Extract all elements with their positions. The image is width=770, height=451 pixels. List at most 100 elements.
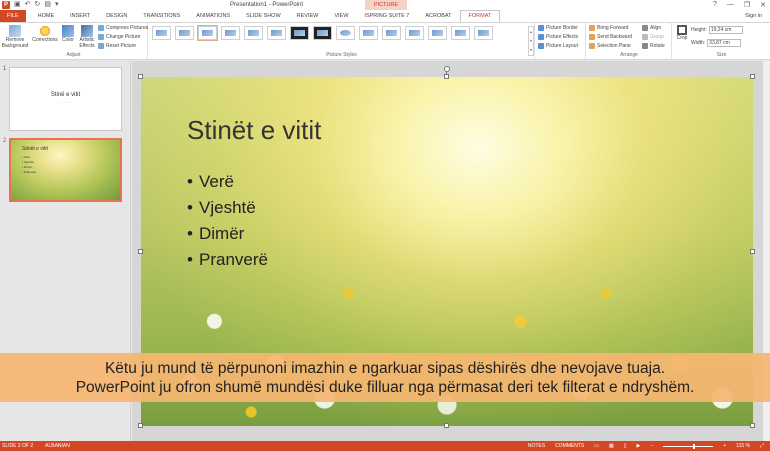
picture-style-8[interactable] (313, 26, 332, 40)
ribbon-tabs: FILE HOME INSERT DESIGN TRANSITIONS ANIM… (0, 10, 770, 22)
bring-forward-button[interactable]: Bring Forward (589, 25, 628, 31)
reading-view-icon[interactable]: ▯ (624, 443, 627, 449)
zoom-out-icon[interactable]: − (650, 443, 653, 449)
artistic-effects-icon (81, 25, 93, 37)
adjust-group: Remove Background Corrections Color Arti… (0, 23, 148, 59)
undo-icon[interactable]: ↶ (25, 1, 31, 9)
zoom-level[interactable]: 115 % (736, 443, 750, 449)
picture-border-button[interactable]: Picture Border (538, 25, 578, 31)
customize-qat-icon[interactable]: ▾ (55, 1, 59, 9)
tab-home[interactable]: HOME (30, 10, 63, 22)
minimize-icon[interactable]: — (727, 1, 734, 9)
rotation-handle[interactable] (444, 66, 450, 72)
picture-style-15[interactable] (474, 26, 493, 40)
gallery-more-button[interactable]: ▴ ▾ ▾ (528, 26, 534, 56)
picture-style-5[interactable] (244, 26, 263, 40)
remove-background-button[interactable]: Remove Background (1, 25, 29, 49)
caption-line-1: Këtu ju mund të përpunoni imazhin e ngar… (104, 360, 666, 377)
reset-picture-button[interactable]: Reset Picture (98, 43, 136, 49)
close-icon[interactable]: ✕ (760, 1, 766, 9)
slide-title[interactable]: Stinët e vitit (187, 115, 321, 146)
resize-handle-bottom[interactable] (444, 423, 449, 428)
resize-handle-right[interactable] (750, 249, 755, 254)
language-indicator[interactable]: ALBANIAN (45, 443, 70, 449)
picture-tools-contextual-label: PICTURE TOOLS (365, 0, 407, 18)
help-icon[interactable]: ? (713, 1, 717, 9)
bullet-item: Vjeshtë (187, 195, 268, 221)
window-title: Presentation1 - PowerPoint (230, 2, 304, 8)
crop-button[interactable]: Crop (675, 25, 689, 42)
save-icon[interactable]: ▣ (14, 1, 21, 9)
resize-handle-bottom-right[interactable] (750, 423, 755, 428)
resize-handle-top[interactable] (444, 74, 449, 79)
comments-button[interactable]: COMMENTS (555, 443, 584, 449)
change-picture-button[interactable]: Change Picture (98, 34, 140, 40)
thumbnail-2-title: Stinët e vitit (22, 146, 48, 152)
tab-transitions[interactable]: TRANSITIONS (135, 10, 188, 22)
tab-acrobat[interactable]: ACROBAT (417, 10, 459, 22)
rotate-button[interactable]: Rotate (642, 43, 665, 49)
slideshow-icon[interactable]: ▶ (636, 443, 640, 449)
compress-pictures-button[interactable]: Compress Pictures (98, 25, 148, 31)
slide-number-1: 1 (3, 66, 7, 72)
tab-review[interactable]: REVIEW (289, 10, 327, 22)
zoom-in-icon[interactable]: + (723, 443, 726, 449)
resize-handle-left[interactable] (138, 249, 143, 254)
group-button[interactable]: Group (642, 34, 664, 40)
slide-sorter-icon[interactable]: ▦ (609, 443, 614, 449)
restore-icon[interactable]: ❐ (744, 1, 750, 9)
tab-view[interactable]: VIEW (326, 10, 356, 22)
picture-style-11[interactable] (382, 26, 401, 40)
tab-design[interactable]: DESIGN (98, 10, 135, 22)
picture-style-14[interactable] (451, 26, 470, 40)
corrections-button[interactable]: Corrections (32, 25, 58, 44)
height-input[interactable]: 19,24 cm (708, 26, 743, 34)
quick-access-toolbar: P ▣ ↶ ↻ ▤ ▾ (2, 1, 59, 9)
width-input[interactable]: 33,87 cm (707, 39, 742, 47)
picture-style-3[interactable] (197, 25, 218, 41)
zoom-slider-knob[interactable] (693, 443, 696, 449)
slide-bullet-list[interactable]: Verë Vjeshtë Dimër Pranverë (187, 169, 268, 273)
picture-style-10[interactable] (359, 26, 378, 40)
picture-style-12[interactable] (405, 26, 424, 40)
send-backward-button[interactable]: Send Backward (589, 34, 632, 40)
redo-icon[interactable]: ↻ (35, 1, 41, 9)
tab-format[interactable]: FORMAT (459, 10, 501, 22)
picture-style-1[interactable] (152, 26, 171, 40)
normal-view-icon[interactable]: ▭ (594, 443, 599, 449)
selection-pane-button[interactable]: Selection Pane (589, 43, 631, 49)
resize-handle-top-left[interactable] (138, 74, 143, 79)
bullet-item: Pranverë (187, 247, 268, 273)
thumbnail-1-title: Stinë e vitit (50, 92, 81, 98)
tab-insert[interactable]: INSERT (62, 10, 98, 22)
change-picture-icon (98, 34, 104, 40)
start-from-beginning-icon[interactable]: ▤ (44, 1, 51, 9)
resize-handle-top-right[interactable] (750, 74, 755, 79)
align-button[interactable]: Align (642, 25, 661, 31)
picture-layout-button[interactable]: Picture Layout (538, 43, 578, 49)
title-bar: P ▣ ↶ ↻ ▤ ▾ Presentation1 - PowerPoint P… (0, 0, 770, 18)
picture-style-13[interactable] (428, 26, 447, 40)
tab-animations[interactable]: ANIMATIONS (188, 10, 238, 22)
picture-effects-button[interactable]: Picture Effects (538, 34, 578, 40)
picture-style-2[interactable] (175, 26, 194, 40)
tab-slide-show[interactable]: SLIDE SHOW (238, 10, 289, 22)
zoom-slider[interactable] (663, 443, 714, 449)
tab-ispring[interactable]: ISPRING SUITE 7 (356, 10, 417, 22)
picture-style-9[interactable] (336, 26, 355, 40)
picture-style-7[interactable] (290, 26, 309, 40)
arrange-group-label: Arrange (620, 52, 638, 58)
status-bar: SLIDE 2 OF 2 ALBANIAN NOTES COMMENTS ▭ ▦… (0, 441, 770, 451)
slide-thumbnail-2[interactable]: Stinët e vitit • Verë • Vjeshtë • Dimër … (9, 138, 122, 202)
artistic-effects-button[interactable]: Artistic Effects (78, 25, 96, 49)
slide-thumbnail-1[interactable]: Stinë e vitit ................ (9, 67, 122, 131)
resize-handle-bottom-left[interactable] (138, 423, 143, 428)
fit-slide-icon[interactable]: ⤢ (760, 443, 764, 449)
picture-style-4[interactable] (221, 26, 240, 40)
color-button[interactable]: Color (59, 25, 77, 44)
color-icon (62, 25, 74, 37)
notes-button[interactable]: NOTES (528, 443, 545, 449)
sign-in-link[interactable]: Sign in (745, 13, 762, 19)
tab-file[interactable]: FILE (0, 10, 26, 22)
picture-style-6[interactable] (267, 26, 286, 40)
